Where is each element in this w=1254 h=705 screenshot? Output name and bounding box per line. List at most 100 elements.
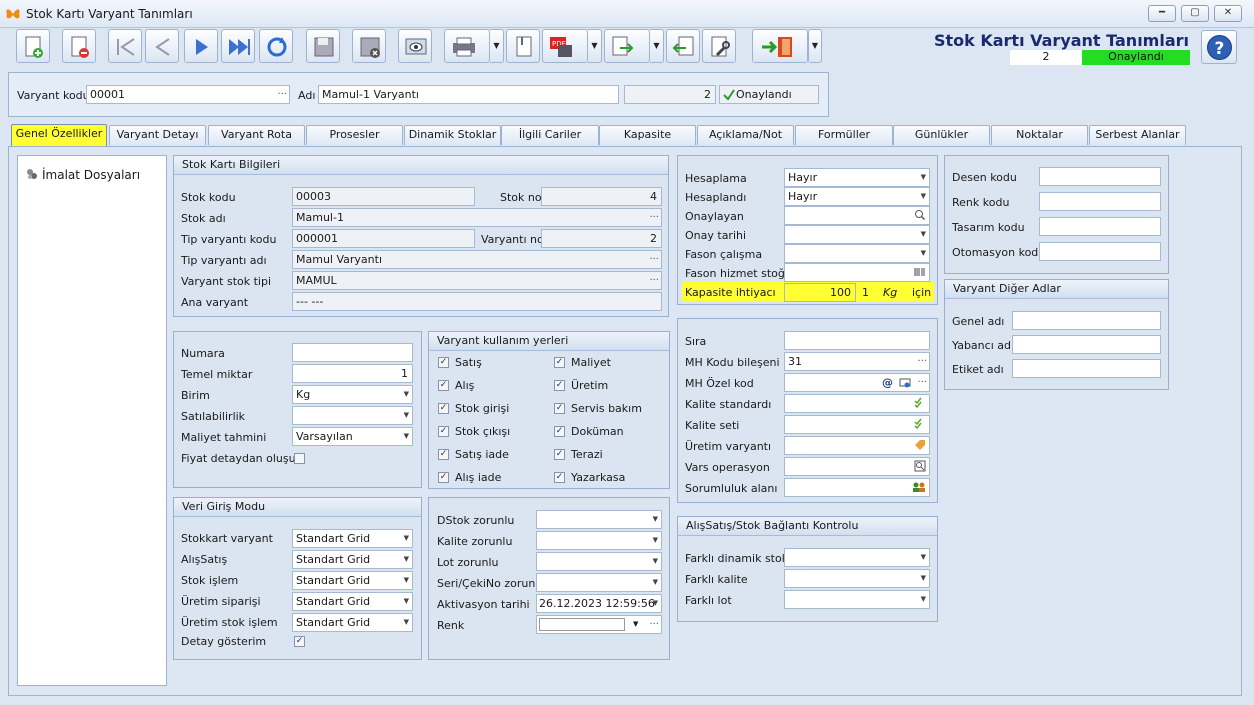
card-icon[interactable] — [899, 377, 911, 389]
mh-ozel-input[interactable]: @ ··· — [784, 373, 930, 392]
veri-select-stokkart[interactable]: Standart Grid ▼ — [292, 529, 413, 548]
checkbox-alis-iade[interactable]: ✓ — [438, 472, 449, 483]
detay-gosterim-checkbox[interactable]: ✓ — [294, 636, 305, 647]
export-dropdown[interactable]: ▼ — [650, 29, 664, 63]
last-record-button[interactable] — [221, 29, 255, 63]
exit-button[interactable] — [752, 29, 808, 63]
checkbox-stok-cikisi[interactable]: ✓ — [438, 426, 449, 437]
users-icon[interactable] — [912, 481, 926, 493]
tab-serbest-alanlar[interactable]: Serbest Alanlar — [1089, 125, 1186, 145]
search-tool-icon[interactable] — [914, 460, 926, 472]
at-sign-icon[interactable]: @ — [882, 374, 893, 391]
checkbox-maliyet[interactable]: ✓ — [554, 357, 565, 368]
ellipsis-icon[interactable]: ··· — [649, 209, 659, 226]
tab-gunlukler[interactable]: Günlükler — [893, 125, 990, 145]
ellipsis-icon[interactable]: ··· — [649, 616, 659, 633]
farkli-kalite-select[interactable]: ▼ — [784, 569, 930, 588]
tab-prosesler[interactable]: Prosesler — [306, 125, 403, 145]
hesaplama-select[interactable]: Hayır ▼ — [784, 168, 930, 187]
yabanci-adi-input[interactable] — [1012, 335, 1161, 354]
prev-record-button[interactable] — [145, 29, 179, 63]
tasarim-kodu-input[interactable] — [1039, 217, 1161, 236]
seri-zorunlu-select[interactable]: ▼ — [536, 573, 662, 592]
checkbox-servis-bakim[interactable]: ✓ — [554, 403, 565, 414]
aktivasyon-date-picker[interactable]: 26.12.2023 12:59:56 ▼ — [536, 594, 662, 613]
sira-input[interactable] — [784, 331, 930, 350]
user-search-icon[interactable] — [914, 209, 926, 221]
genel-adi-input[interactable] — [1012, 311, 1161, 330]
tools-button[interactable] — [702, 29, 736, 63]
double-check-icon[interactable] — [914, 397, 926, 409]
checkbox-stok-girisi[interactable]: ✓ — [438, 403, 449, 414]
veri-select-alissatis[interactable]: Standart Grid ▼ — [292, 550, 413, 569]
numara-input[interactable] — [292, 343, 413, 362]
attach-button[interactable] — [506, 29, 540, 63]
checkbox-dokuman[interactable]: ✓ — [554, 426, 565, 437]
name-input[interactable]: Mamul-1 Varyantı — [318, 85, 619, 104]
fason-stok-input[interactable] — [784, 263, 930, 282]
fiyat-detay-checkbox[interactable] — [294, 453, 305, 464]
double-check-icon[interactable] — [914, 418, 926, 430]
maliyet-tahmini-select[interactable]: Varsayılan ▼ — [292, 427, 413, 446]
onaylayan-input[interactable] — [784, 206, 930, 225]
tab-noktalar[interactable]: Noktalar — [991, 125, 1088, 145]
tab-varyant-detayi[interactable]: Varyant Detayı — [109, 125, 206, 145]
birim-select[interactable]: Kg ▼ — [292, 385, 413, 404]
veri-select-stok-islem[interactable]: Standart Grid ▼ — [292, 571, 413, 590]
dstok-select[interactable]: ▼ — [536, 510, 662, 529]
fason-calisma-select[interactable]: ▼ — [784, 244, 930, 263]
mh-bilesen-input[interactable]: 31 ··· — [784, 352, 930, 371]
new-button[interactable] — [16, 29, 50, 63]
save-close-button[interactable] — [352, 29, 386, 63]
save-button[interactable] — [306, 29, 340, 63]
temel-miktar-input[interactable]: 1 — [292, 364, 413, 383]
farkli-lot-select[interactable]: ▼ — [784, 590, 930, 609]
exit-dropdown[interactable]: ▼ — [808, 29, 822, 63]
veri-select-uretim-stok[interactable]: Standart Grid ▼ — [292, 613, 413, 632]
vars-operasyon-input[interactable] — [784, 457, 930, 476]
checkbox-yazarkasa[interactable]: ✓ — [554, 472, 565, 483]
checkbox-satis[interactable]: ✓ — [438, 357, 449, 368]
ellipsis-icon[interactable]: ··· — [917, 374, 927, 391]
onay-tarihi-select[interactable]: ▼ — [784, 225, 930, 244]
checkbox-terazi[interactable]: ✓ — [554, 449, 565, 460]
kalite-zorunlu-select[interactable]: ▼ — [536, 531, 662, 550]
ellipsis-icon[interactable]: ··· — [917, 353, 927, 370]
tab-formuller[interactable]: Formüller — [795, 125, 893, 145]
pdf-button[interactable]: PDF — [542, 29, 588, 63]
close-button[interactable]: ✕ — [1214, 5, 1242, 22]
renk-select[interactable]: ▼ ··· — [536, 615, 662, 634]
renk-kodu-input[interactable] — [1039, 192, 1161, 211]
variant-code-input[interactable]: 00001 ··· — [86, 85, 290, 104]
ellipsis-icon[interactable]: ··· — [649, 251, 659, 268]
farkli-dinamik-select[interactable]: ▼ — [784, 548, 930, 567]
otomasyon-kodu-input[interactable] — [1039, 242, 1161, 261]
delete-button[interactable] — [62, 29, 96, 63]
sorumluluk-input[interactable] — [784, 478, 930, 497]
help-button[interactable]: ? — [1201, 30, 1237, 64]
kalite-seti-input[interactable] — [784, 415, 930, 434]
ellipsis-icon[interactable]: ··· — [649, 272, 659, 289]
checkbox-satis-iade[interactable]: ✓ — [438, 449, 449, 460]
veri-select-uretim-siparisi[interactable]: Standart Grid ▼ — [292, 592, 413, 611]
tab-aciklama-not[interactable]: Açıklama/Not — [697, 125, 794, 145]
etiket-adi-input[interactable] — [1012, 359, 1161, 378]
lot-zorunlu-select[interactable]: ▼ — [536, 552, 662, 571]
maximize-button[interactable]: ▢ — [1181, 5, 1209, 22]
hesaplandi-select[interactable]: Hayır ▼ — [784, 187, 930, 206]
tree-item-imalat-dosyalari[interactable]: İmalat Dosyaları — [42, 168, 140, 182]
tab-varyant-rota[interactable]: Varyant Rota — [208, 125, 305, 145]
pdf-dropdown[interactable]: ▼ — [588, 29, 602, 63]
print-dropdown[interactable]: ▼ — [490, 29, 504, 63]
kapasite-input[interactable]: 100 — [784, 283, 856, 302]
tab-ilgili-cariler[interactable]: İlgili Cariler — [501, 125, 599, 145]
desen-kodu-input[interactable] — [1039, 167, 1161, 186]
barcode-icon[interactable] — [914, 266, 926, 278]
checkbox-uretim[interactable]: ✓ — [554, 380, 565, 391]
tab-genel-ozellikler[interactable]: Genel Özellikler — [11, 124, 107, 146]
import-button[interactable] — [666, 29, 700, 63]
kalite-standardi-input[interactable] — [784, 394, 930, 413]
export-button[interactable] — [604, 29, 650, 63]
satilabilirlik-select[interactable]: ▼ — [292, 406, 413, 425]
preview-button[interactable] — [398, 29, 432, 63]
